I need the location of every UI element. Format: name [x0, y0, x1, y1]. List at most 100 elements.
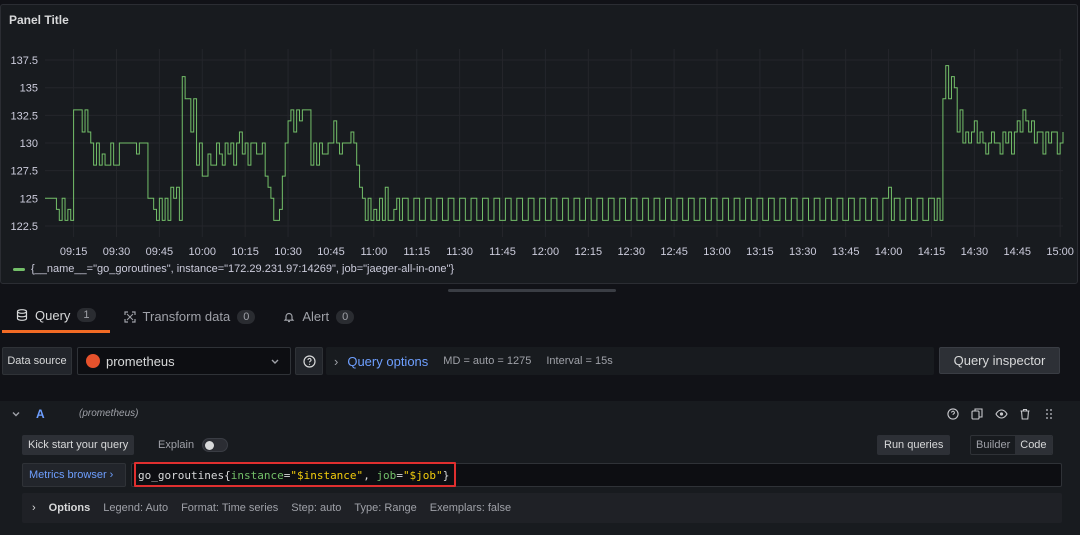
x-tick-label: 11:45 — [489, 246, 516, 258]
x-tick-label: 15:00 — [1046, 246, 1074, 258]
options-type: Type: Range — [354, 502, 417, 514]
datasource-label: Data source — [2, 347, 72, 375]
options-title: Options — [48, 502, 91, 514]
query-row-actions — [946, 407, 1032, 421]
expr-eq2: = — [396, 469, 403, 482]
chart-legend[interactable]: {__name__="go_goroutines", instance="172… — [13, 263, 454, 275]
x-tick-label: 12:45 — [660, 246, 688, 258]
mode-builder[interactable]: Builder — [971, 436, 1015, 454]
expr-value-job: "$job" — [402, 469, 443, 482]
datasource-row: Data source prometheus › Query options M… — [0, 347, 1080, 375]
options-step: Step: auto — [291, 502, 342, 514]
legend-swatch — [13, 267, 25, 271]
editor-tabs: Query 1 Transform data 0 Alert 0 — [0, 300, 1080, 334]
x-tick-label: 11:15 — [403, 246, 430, 258]
query-inspector-button[interactable]: Query inspector — [939, 347, 1060, 374]
query-options-interval: Interval = 15s — [546, 355, 613, 367]
metrics-browser-button[interactable]: Metrics browser › — [22, 463, 126, 487]
kick-start-button[interactable]: Kick start your query — [22, 435, 135, 455]
x-tick-label: 11:30 — [446, 246, 473, 258]
x-tick-label: 10:45 — [317, 246, 345, 258]
bell-icon — [284, 312, 295, 322]
y-tick-label: 137.5 — [10, 55, 38, 67]
datasource-help-button[interactable] — [295, 347, 323, 375]
query-editor: Data source prometheus › Query options M… — [0, 334, 1080, 535]
y-tick-label: 127.5 — [10, 166, 38, 178]
drag-handle-icon[interactable] — [1044, 408, 1054, 420]
line-chart: 122.5 125 127.5 130 132.5 135 137.5 09:15 09:30 0… — [10, 49, 1074, 258]
help-icon — [302, 354, 316, 368]
x-tick-label: 09:30 — [103, 246, 131, 258]
database-icon — [16, 309, 28, 321]
trash-icon[interactable] — [1018, 407, 1032, 421]
expr-metric: go_goroutines — [138, 469, 225, 482]
promql-expression: go_goroutines{instance="$instance", job=… — [138, 469, 449, 482]
transform-icon — [123, 310, 136, 323]
x-tick-label: 09:15 — [60, 246, 88, 258]
tab-alert-count: 0 — [336, 309, 355, 324]
explain-label: Explain — [158, 439, 195, 451]
expr-value-instance: "$instance" — [290, 469, 364, 482]
query-options-toggle[interactable]: › Query options MD = auto = 1275 Interva… — [326, 347, 934, 375]
tab-transform-count: 0 — [237, 309, 256, 324]
query-options-row[interactable]: › Options Legend: Auto Format: Time seri… — [22, 493, 1062, 523]
x-tick-label: 12:30 — [617, 246, 645, 258]
query-options-md: MD = auto = 1275 — [443, 355, 532, 367]
tab-query-label: Query — [35, 307, 71, 323]
x-tick-label: 09:45 — [146, 246, 174, 258]
options-format: Format: Time series — [181, 502, 279, 514]
prometheus-logo-icon — [86, 354, 100, 368]
help-icon[interactable] — [946, 407, 960, 421]
eye-icon[interactable] — [994, 407, 1008, 421]
query-options-label: Query options — [347, 353, 429, 369]
x-tick-label: 14:30 — [961, 246, 989, 258]
tab-query[interactable]: Query 1 — [2, 300, 110, 333]
options-chevron-icon: › — [32, 502, 36, 514]
query-datasource-hint: (prometheus) — [79, 408, 139, 419]
x-tick-label: 12:00 — [532, 246, 560, 258]
x-tick-label: 13:00 — [703, 246, 731, 258]
expr-brace-close: } — [442, 469, 450, 482]
datasource-selected: prometheus — [106, 353, 175, 369]
x-tick-label: 14:15 — [918, 246, 946, 258]
duplicate-icon[interactable] — [970, 407, 984, 421]
legend-label[interactable]: {__name__="go_goroutines", instance="172… — [31, 263, 454, 275]
tab-alert[interactable]: Alert 0 — [269, 300, 368, 333]
collapse-chevron-icon[interactable] — [10, 408, 22, 420]
tab-query-count: 1 — [77, 308, 96, 322]
expr-label-job: job — [376, 469, 397, 482]
editor-mode-switch: Builder Code — [970, 435, 1053, 455]
explain-toggle[interactable] — [202, 438, 229, 452]
options-legend: Legend: Auto — [103, 502, 169, 514]
chevron-right-icon: › — [334, 353, 339, 369]
y-tick-label: 130 — [20, 138, 38, 150]
y-tick-label: 122.5 — [10, 221, 38, 233]
y-tick-label: 125 — [20, 193, 38, 205]
expr-label-instance: instance — [230, 469, 284, 482]
tab-transform-label: Transform data — [142, 309, 231, 324]
run-queries-button[interactable]: Run queries — [877, 435, 951, 455]
expr-sep: , — [363, 469, 377, 482]
y-tick-label: 132.5 — [10, 110, 38, 122]
x-tick-label: 13:30 — [789, 246, 817, 258]
x-tick-label: 14:45 — [1003, 246, 1031, 258]
mode-code[interactable]: Code — [1015, 436, 1052, 454]
tab-transform-data[interactable]: Transform data 0 — [110, 300, 270, 333]
options-exemplars: Exemplars: false — [429, 502, 512, 514]
panel-title[interactable]: Panel Title — [9, 13, 69, 27]
promql-expression-input[interactable]: go_goroutines{instance="$instance", job=… — [131, 463, 1062, 487]
query-row-header: A (prometheus) — [0, 401, 1080, 428]
tab-alert-label: Alert — [302, 309, 330, 324]
query-ref-id[interactable]: A — [36, 407, 45, 421]
x-tick-label: 10:00 — [189, 246, 217, 258]
panel-resize-handle[interactable] — [448, 289, 616, 292]
explain-toggle-group: Explain — [158, 438, 229, 452]
x-tick-label: 11:00 — [360, 246, 387, 258]
x-tick-label: 12:15 — [575, 246, 603, 258]
x-tick-label: 14:00 — [875, 246, 903, 258]
chevron-down-icon — [271, 359, 279, 364]
x-tick-label: 10:30 — [274, 246, 302, 258]
time-series-panel: 122.5 125 127.5 130 132.5 135 137.5 09:15 09:30 0… — [0, 4, 1078, 284]
x-tick-label: 10:15 — [231, 246, 259, 258]
datasource-picker[interactable]: prometheus — [77, 347, 291, 375]
